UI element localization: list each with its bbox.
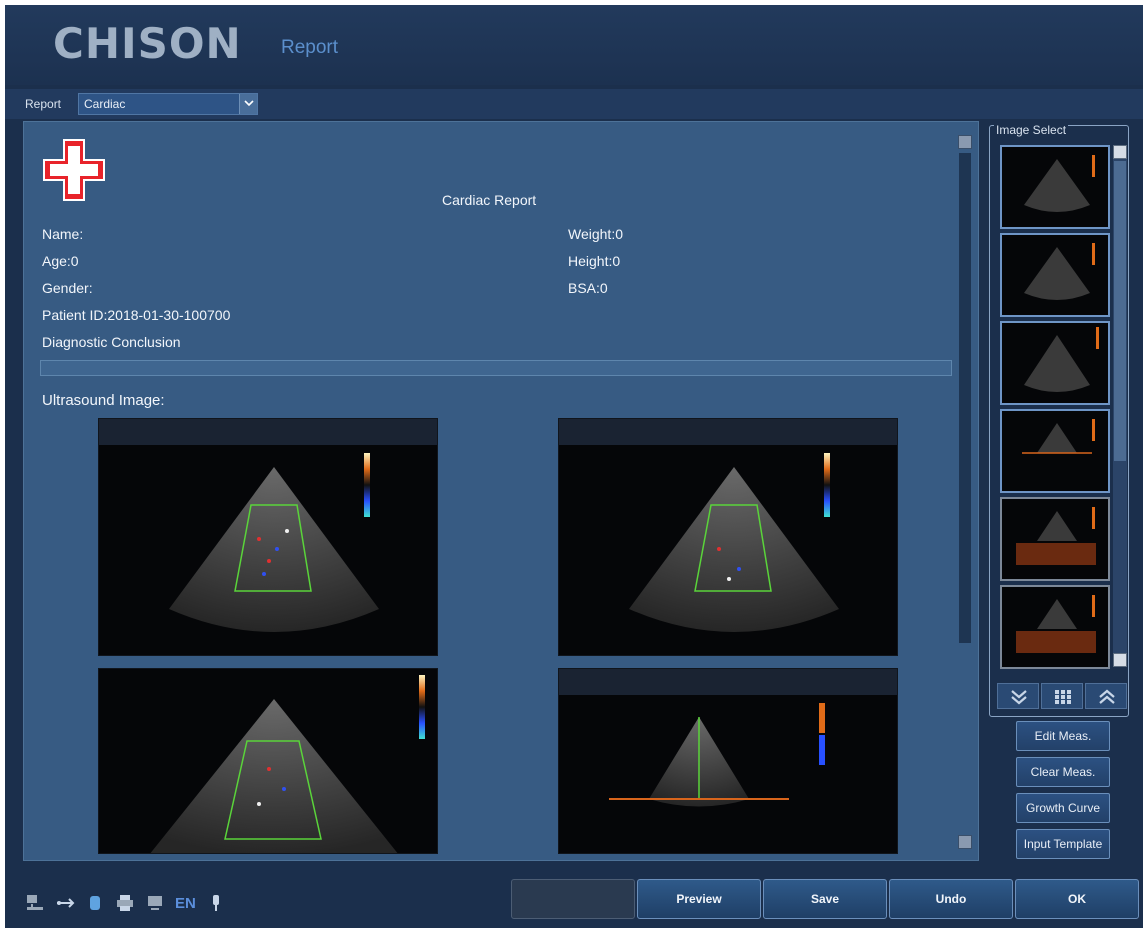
ultrasound-image-label: Ultrasound Image: [42, 392, 165, 409]
double-chevron-up-icon [1099, 689, 1115, 704]
ultrasound-image-2[interactable] [558, 418, 898, 656]
grid-icon [1055, 690, 1071, 704]
report-window: CHISON Report Report Cardiac Cardiac Rep… [5, 5, 1143, 928]
status-icons: EN [25, 893, 226, 913]
patient-height: Height:0 [568, 253, 621, 269]
report-panel: Cardiac Report Name: Age:0 Gender: Patie… [23, 121, 979, 861]
probe-icon [212, 895, 219, 911]
thumbnail-graphic [1024, 155, 1095, 212]
patient-id: Patient ID:2018-01-30-100700 [42, 307, 231, 323]
growth-curve-button[interactable]: Growth Curve [1016, 793, 1110, 823]
ultrasound-image-1[interactable] [98, 418, 438, 656]
thumbnail-scroll-down-button[interactable] [1113, 653, 1127, 667]
printer-icon [117, 895, 133, 911]
save-button[interactable]: Save [763, 879, 887, 919]
patient-name: Name: [42, 226, 84, 242]
scroll-down-button[interactable] [958, 835, 972, 849]
thumbnail-graphic [1022, 419, 1095, 454]
ultrasound-scan-graphic [150, 675, 425, 853]
image-thumbnail-6[interactable] [1000, 585, 1110, 669]
diagnostic-conclusion-label: Diagnostic Conclusion [42, 334, 181, 350]
undo-button[interactable]: Undo [889, 879, 1013, 919]
scroll-up-button[interactable] [958, 135, 972, 149]
diagnostic-conclusion-field[interactable] [40, 360, 952, 376]
patient-weight: Weight:0 [568, 226, 623, 242]
hospital-cross-icon [43, 139, 105, 201]
thumbnail-scroll-up-button[interactable] [1113, 145, 1127, 159]
report-title: Cardiac Report [442, 192, 537, 208]
report-select-bar: Report Cardiac [5, 89, 1143, 119]
thumbnail-graphic [1024, 327, 1099, 392]
ultrasound-image-4[interactable] [558, 668, 898, 854]
patient-bsa: BSA:0 [568, 280, 608, 296]
scroll-thumb[interactable] [959, 153, 971, 643]
database-icon [90, 896, 100, 910]
thumbnail-graphic [1024, 243, 1095, 300]
thumbnail-scroll-thumb[interactable] [1114, 161, 1126, 461]
thumbnail-graphic [1016, 595, 1096, 653]
thumbnail-graphic [1016, 507, 1096, 565]
ultrasound-scan-graphic [169, 453, 379, 632]
blank-button[interactable] [511, 879, 635, 919]
patient-age: Age:0 [42, 253, 79, 269]
page-down-button[interactable] [997, 683, 1039, 709]
image-thumbnail-1[interactable] [1000, 145, 1110, 229]
ultrasound-scan-graphic [609, 703, 825, 807]
input-template-button[interactable]: Input Template [1016, 829, 1110, 859]
patient-gender: Gender: [42, 280, 93, 296]
header-bar: CHISON Report [5, 5, 1143, 85]
chevron-down-icon[interactable] [239, 94, 257, 114]
report-type-value: Cardiac [84, 97, 126, 111]
report-type-dropdown[interactable]: Cardiac [78, 93, 258, 115]
network-icon [27, 895, 43, 910]
chison-logo: CHISON [53, 19, 242, 68]
image-thumbnail-3[interactable] [1000, 321, 1110, 405]
ultrasound-image-3[interactable] [98, 668, 438, 854]
image-thumbnail-2[interactable] [1000, 233, 1110, 317]
double-chevron-down-icon [1011, 690, 1027, 705]
preview-button[interactable]: Preview [637, 879, 761, 919]
thumbnail-scrollbar[interactable] [1113, 145, 1127, 667]
image-thumbnail-list [999, 145, 1111, 669]
report-select-label: Report [25, 97, 62, 111]
image-select-label: Image Select [994, 123, 1069, 137]
image-thumbnail-4[interactable] [1000, 409, 1110, 493]
image-thumbnail-5[interactable] [1000, 497, 1110, 581]
ok-button[interactable]: OK [1015, 879, 1139, 919]
usb-icon [57, 898, 75, 908]
monitor-icon [148, 896, 162, 910]
edit-meas-button[interactable]: Edit Meas. [1016, 721, 1110, 751]
grid-view-button[interactable] [1041, 683, 1083, 709]
language-indicator[interactable]: EN [175, 895, 196, 912]
page-up-button[interactable] [1085, 683, 1127, 709]
clear-meas-button[interactable]: Clear Meas. [1016, 757, 1110, 787]
ultrasound-scan-graphic [629, 453, 839, 632]
report-scrollbar[interactable] [958, 135, 972, 850]
page-title: Report [281, 37, 339, 58]
